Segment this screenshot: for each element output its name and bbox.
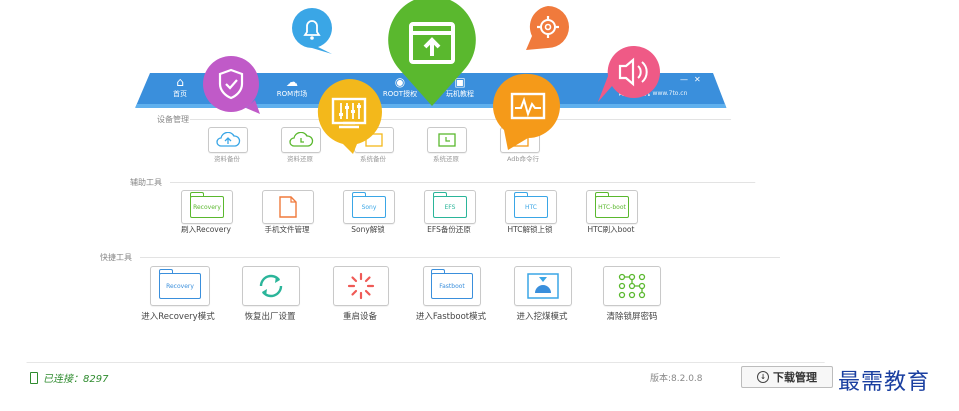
- tile-label: HTC解锁上锁: [507, 225, 553, 234]
- cloud-restore-icon: [289, 132, 314, 147]
- download-icon: ↓: [757, 371, 769, 383]
- tile-enter-mining-mode[interactable]: [514, 266, 572, 306]
- tile-label: 系统还原: [433, 155, 459, 163]
- system-restore-icon: [438, 133, 456, 147]
- tile-reboot[interactable]: [333, 266, 389, 306]
- sony-lock-icon: Sony: [351, 192, 386, 218]
- cloud-icon: ☁: [286, 75, 298, 89]
- version-label: 版本:8.2.0.8: [650, 374, 703, 384]
- equalizer-icon: [317, 79, 382, 154]
- section-divider: [190, 119, 750, 120]
- tile-label: 进入Fastboot模式: [415, 312, 487, 322]
- efs-disk-icon: EFS: [432, 192, 467, 218]
- tile-flash-recovery[interactable]: Recovery: [181, 190, 233, 224]
- bell-icon: [292, 8, 332, 54]
- android-download-icon: [527, 273, 559, 299]
- tile-label: 清除锁屏密码: [606, 312, 658, 322]
- htc-boot-folder-icon: HTC-boot: [594, 192, 629, 218]
- watermark-text: 最需教育: [838, 370, 931, 395]
- tile-clear-lock-password[interactable]: [603, 266, 661, 306]
- tile-label: HTC刷入boot: [587, 225, 635, 234]
- tile-system-restore[interactable]: [427, 127, 467, 153]
- monitor-pin: [490, 72, 562, 152]
- upload-box-icon: [388, 0, 476, 106]
- tile-efs-backup[interactable]: EFS: [424, 190, 476, 224]
- tile-label: 进入挖煤模式: [516, 312, 568, 322]
- reboot-spinner-icon: [347, 272, 375, 300]
- tile-label: 进入Recovery模式: [141, 312, 215, 322]
- download-manager-label: 下载管理: [773, 371, 817, 384]
- refresh-icon: [259, 274, 283, 298]
- tile-label: 重启设备: [342, 312, 377, 322]
- tile-enter-fastboot[interactable]: Fastboot: [423, 266, 481, 306]
- home-icon: ⌂: [176, 75, 184, 89]
- shield-pin: [200, 54, 262, 116]
- tile-label: 资料备份: [214, 155, 240, 163]
- speaker-icon: [598, 45, 660, 102]
- tile-label: Sony解锁: [351, 225, 385, 234]
- tile-label: EFS备份还原: [427, 225, 471, 234]
- app-window: ⌂ 首页 ☁ ROM市场 ◉ ROOT授权 ▣ 玩机教程 奇兔刷机 www.7t…: [14, 73, 836, 392]
- section-title-device-management: 设备管理: [157, 115, 189, 124]
- download-manager-button[interactable]: ↓ 下载管理: [741, 366, 833, 388]
- connection-status-text: 已连接：8297: [43, 374, 109, 385]
- nav-item-label: ROM市场: [276, 90, 308, 98]
- cloud-upload-icon: [216, 132, 241, 147]
- nav-item-home[interactable]: ⌂ 首页: [158, 75, 202, 99]
- tile-htc-flash-boot[interactable]: HTC-boot: [586, 190, 638, 224]
- document-icon: [279, 196, 297, 218]
- upload-pin: [386, 0, 478, 110]
- screenshot-stage: ⌂ 首页 ☁ ROM市场 ◉ ROOT授权 ▣ 玩机教程 奇兔刷机 www.7t…: [0, 0, 959, 411]
- nav-item-label: 首页: [173, 90, 187, 98]
- tile-data-backup[interactable]: [208, 127, 248, 153]
- section-divider: [140, 257, 780, 258]
- shield-check-icon: [203, 56, 260, 114]
- tile-sony-unlock[interactable]: Sony: [343, 190, 395, 224]
- tile-label: 手机文件管理: [264, 225, 310, 234]
- gear-icon: [526, 6, 569, 50]
- section-divider: [170, 182, 760, 183]
- pulse-monitor-icon: [493, 73, 560, 150]
- htc-lock-icon: HTC: [513, 192, 548, 218]
- fastboot-mode-icon: Fastboot: [430, 269, 473, 299]
- tile-label: 恢复出厂设置: [244, 312, 296, 322]
- tile-label: 刷入Recovery: [181, 225, 231, 234]
- section-title-quick-tools: 快捷工具: [100, 253, 132, 262]
- tile-enter-recovery[interactable]: Recovery: [150, 266, 210, 306]
- nav-item-rom-market[interactable]: ☁ ROM市场: [270, 75, 314, 99]
- tile-file-manager[interactable]: [262, 190, 314, 224]
- folder-recovery-icon: Recovery: [189, 192, 224, 218]
- close-icon[interactable]: ✕: [694, 75, 701, 84]
- tile-htc-unlock[interactable]: HTC: [505, 190, 557, 224]
- minimize-icon[interactable]: —: [680, 75, 688, 84]
- top-nav-underline: [14, 104, 836, 108]
- settings-pin: [522, 4, 572, 52]
- equalizer-pin: [313, 77, 385, 155]
- tile-factory-reset[interactable]: [242, 266, 300, 306]
- phone-icon: [30, 372, 38, 384]
- tile-label: Adb命令行: [506, 155, 540, 163]
- pattern-lock-icon: [618, 273, 646, 299]
- bell-pin: [288, 6, 336, 56]
- recovery-mode-icon: Recovery: [158, 269, 201, 299]
- section-title-aux-tools: 辅助工具: [130, 178, 162, 187]
- connection-status: 已连接：8297: [30, 370, 108, 385]
- speaker-pin: [596, 44, 662, 104]
